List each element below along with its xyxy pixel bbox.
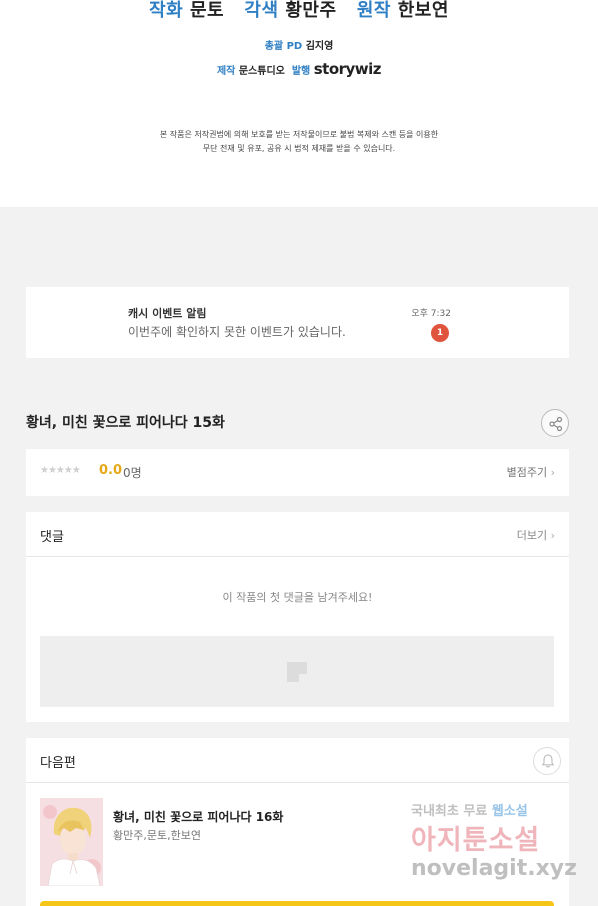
notification-bell-button[interactable] (533, 747, 561, 775)
character-illustration (40, 798, 103, 886)
next-episode-authors: 황만주,문토,한보연 (113, 829, 201, 842)
rating-count: 0명 (123, 466, 142, 480)
publisher-logo: storywiz (313, 60, 382, 78)
rating-score: 0.0 (99, 463, 123, 478)
original-name: 한보연 (397, 0, 449, 21)
credits-production-row: 제작 문스튜디오 발행 storywiz (0, 60, 598, 78)
event-notification-card[interactable]: 캐시 이벤트 알림 이번주에 확인하지 못한 이벤트가 있습니다. 오후 7:3… (26, 287, 569, 358)
episode-title: 황녀, 미친 꽃으로 피어나다 15화 (26, 415, 225, 431)
notice-line-2: 무단 전재 및 유포, 공유 시 법적 제재를 받을 수 있습니다. (202, 144, 396, 153)
pd-name: 김지영 (305, 41, 334, 52)
chevron-right-icon: › (550, 466, 555, 479)
next-episode-header: 다음편 (26, 738, 569, 783)
next-episode-thumbnail[interactable] (40, 798, 103, 886)
credits-pd-row: 총괄 PD 김지영 (0, 37, 598, 52)
placeholder-icon (287, 662, 307, 682)
next-episode-card: 다음편 황녀, 미친 꽃으로 피어나다 16화 황만주,문토,한보연 (26, 738, 569, 906)
next-episode-label: 다음편 (40, 756, 76, 771)
comments-card: 댓글 더보기 › 이 작품의 첫 댓글을 남겨주세요! (26, 512, 569, 722)
adapt-role: 각색 (244, 0, 279, 21)
comment-input-area[interactable] (40, 636, 554, 707)
next-episode-title[interactable]: 황녀, 미친 꽃으로 피어나다 16화 (113, 808, 283, 825)
rate-button[interactable]: 별점주기 › (507, 464, 555, 480)
comments-more-button[interactable]: 더보기 › (517, 527, 555, 543)
next-episode-cta-button[interactable] (40, 901, 554, 906)
share-button[interactable] (541, 409, 569, 437)
notice-line-1: 본 작품은 저작권법에 의해 보호를 받는 저작물이므로 불법 복제와 스캔 등… (159, 130, 439, 139)
rating-card: ★★★★★ 0.0 0명 별점주기 › (26, 449, 569, 496)
art-role: 작화 (149, 0, 184, 21)
credits-main-row: 작화 문토 각색 황만주 원작 한보연 (0, 0, 598, 22)
copyright-notice: 본 작품은 저작권법에 의해 보호를 받는 저작물이므로 불법 복제와 스캔 등… (0, 128, 598, 156)
art-name: 문토 (189, 0, 225, 21)
bell-icon (541, 754, 555, 768)
comments-header: 댓글 더보기 › (26, 512, 569, 557)
original-role: 원작 (356, 0, 391, 21)
credits-section: 작화 문토 각색 황만주 원작 한보연 총괄 PD 김지영 제작 문스튜디오 발… (0, 0, 598, 207)
comments-title: 댓글 (40, 530, 64, 545)
event-time: 오후 7:32 (411, 309, 451, 319)
adapt-name: 황만주 (285, 0, 337, 21)
chevron-right-icon: › (550, 529, 555, 542)
event-title: 캐시 이벤트 알림 (128, 307, 207, 320)
pd-role: 총괄 PD (264, 41, 303, 52)
production-name: 문스튜디오 (238, 66, 285, 77)
production-role: 제작 (216, 66, 236, 77)
rate-label: 별점주기 (506, 466, 548, 479)
rating-stars: ★★★★★ (40, 465, 81, 476)
event-count-badge: 1 (431, 324, 449, 342)
more-label: 더보기 (516, 529, 548, 542)
publisher-role: 발행 (291, 66, 311, 77)
event-description: 이번주에 확인하지 못한 이벤트가 있습니다. (128, 325, 346, 339)
share-icon (549, 416, 563, 432)
comments-empty-message: 이 작품의 첫 댓글을 남겨주세요! (222, 591, 373, 604)
